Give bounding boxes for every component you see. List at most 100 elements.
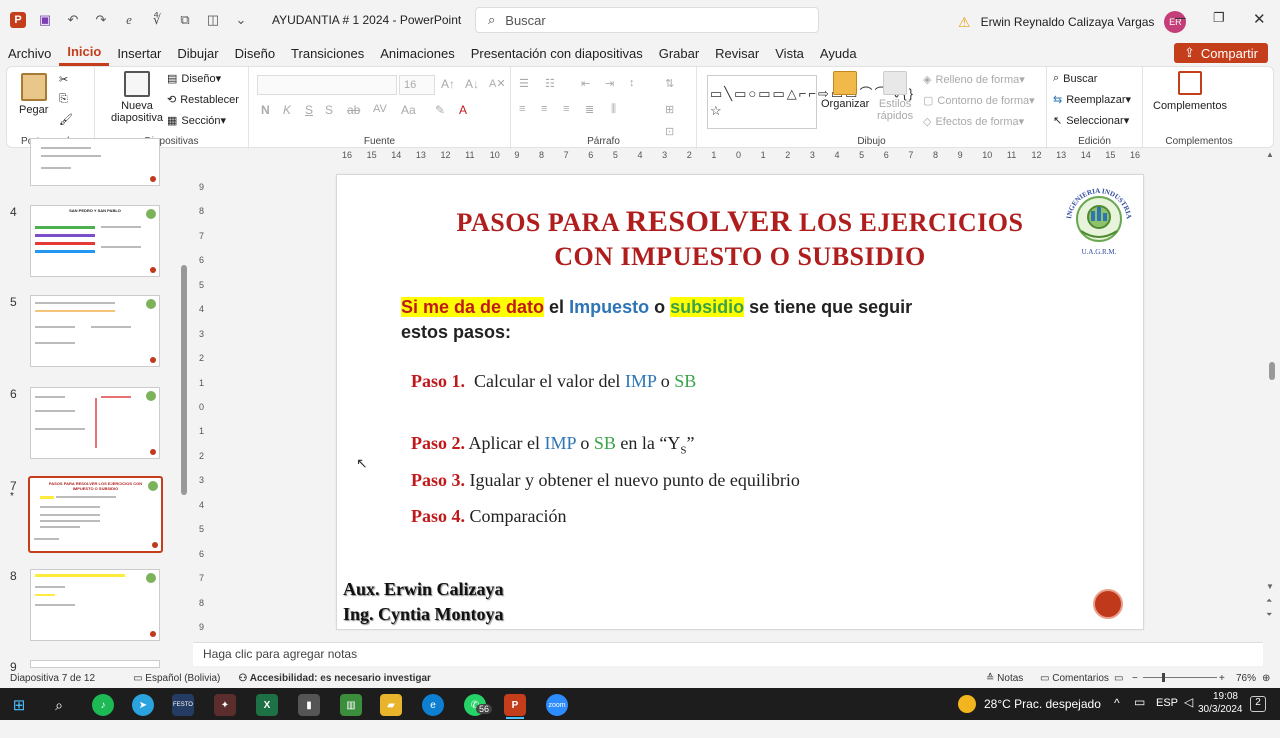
- minimize-icon[interactable]: ─: [1175, 10, 1186, 27]
- chart-app-icon[interactable]: ▥: [340, 694, 362, 716]
- shape-outline-button[interactable]: ▢ Contorno de forma ▾: [923, 94, 1035, 108]
- taskbar-search-icon[interactable]: ⌕: [48, 694, 70, 716]
- thumbnail-7[interactable]: 7 * PASOS PARA RESOLVER LOS EJERCICIOS C…: [0, 476, 175, 557]
- festo-icon[interactable]: FESTO: [172, 694, 194, 716]
- spotify-icon[interactable]: ♪: [92, 694, 114, 716]
- thumbnail-8[interactable]: 8: [0, 569, 175, 647]
- tab-presentacion[interactable]: Presentación con diapositivas: [463, 40, 651, 66]
- tab-transiciones[interactable]: Transiciones: [283, 40, 372, 66]
- case-icon[interactable]: Aa: [401, 103, 416, 117]
- tab-grabar[interactable]: Grabar: [651, 40, 707, 66]
- zoom-slider-thumb[interactable]: [1162, 673, 1165, 682]
- font-shrink-icon[interactable]: A↓: [465, 77, 479, 91]
- font-name-select[interactable]: [257, 75, 397, 95]
- align-text-icon[interactable]: ⊞: [665, 103, 674, 116]
- thumbnails-scrollbar[interactable]: [180, 150, 188, 670]
- scroll-down-icon[interactable]: ▼: [1266, 582, 1274, 591]
- tab-insertar[interactable]: Insertar: [109, 40, 169, 66]
- telegram-icon[interactable]: ➤: [132, 694, 154, 716]
- increase-indent-icon[interactable]: ⇥: [605, 77, 614, 90]
- language-status[interactable]: ▭ Español (Bolivia): [133, 673, 220, 684]
- intro-text[interactable]: Si me da de dato el Impuesto o subsidio …: [401, 295, 1001, 345]
- step-1[interactable]: Paso 1. Calcular el valor del IMP o SB: [411, 371, 696, 392]
- shapes-gallery[interactable]: ▭╲▭○▭▭△⌐⌐⇨▭▭⌒⌒∿{}☆: [707, 75, 913, 129]
- decrease-indent-icon[interactable]: ⇤: [581, 77, 590, 90]
- slide-scrollbar[interactable]: ▲ ▼ ⏶ ⏷: [1266, 150, 1278, 650]
- tab-dibujar[interactable]: Dibujar: [169, 40, 226, 66]
- fit-slide-icon[interactable]: ⊕: [1262, 673, 1270, 684]
- slide-thumbnail[interactable]: [30, 569, 160, 641]
- customize-toolbar-icon[interactable]: ⌄: [232, 11, 250, 29]
- weather-text[interactable]: 28°C Prac. despejado: [984, 697, 1101, 711]
- bold-icon[interactable]: N: [261, 103, 270, 117]
- powerpoint-taskbar-icon[interactable]: P: [504, 694, 526, 716]
- close-icon[interactable]: ✕: [1253, 10, 1266, 28]
- select-button[interactable]: ↖ Seleccionar ▾: [1053, 114, 1129, 128]
- redo-icon[interactable]: ↷: [92, 11, 110, 29]
- italic-icon[interactable]: K: [283, 103, 291, 117]
- bullets-icon[interactable]: ☰: [519, 77, 529, 90]
- slide-thumbnail[interactable]: [30, 138, 160, 186]
- network-icon[interactable]: ▭: [1134, 695, 1145, 709]
- thumbnail-5[interactable]: 5: [0, 295, 175, 373]
- zoom-in-icon[interactable]: +: [1219, 673, 1225, 684]
- highlight-icon[interactable]: ✎: [435, 103, 445, 117]
- step-2[interactable]: Paso 2. Aplicar el IMP o SB en la “YS”: [411, 433, 694, 457]
- numbering-icon[interactable]: ☷: [545, 77, 555, 90]
- tab-revisar[interactable]: Revisar: [707, 40, 767, 66]
- align-left-icon[interactable]: ≡: [519, 103, 525, 115]
- scroll-up-icon[interactable]: ▲: [1266, 150, 1274, 159]
- zoom-out-icon[interactable]: −: [1132, 673, 1138, 684]
- layout-icon[interactable]: ◫: [204, 11, 222, 29]
- shape-fill-button[interactable]: ◈ Relleno de forma ▾: [923, 73, 1025, 87]
- section-button[interactable]: ▦ Sección ▾: [167, 114, 226, 128]
- step-3[interactable]: Paso 3. Igualar y obtener el nuevo punto…: [411, 470, 800, 491]
- notes-pane[interactable]: Haga clic para agregar notas: [193, 642, 1263, 666]
- font-grow-icon[interactable]: A↑: [441, 77, 455, 91]
- find-button[interactable]: ⌕ Buscar: [1053, 72, 1097, 85]
- prev-slide-icon[interactable]: ⏶: [1266, 596, 1272, 606]
- notes-toggle[interactable]: ≙ Notas: [986, 673, 1023, 684]
- tab-inicio[interactable]: Inicio: [59, 40, 110, 66]
- tray-chevron-icon[interactable]: ^: [1114, 696, 1120, 710]
- notification-badge[interactable]: 2: [1250, 696, 1266, 712]
- share-button[interactable]: ⇪ Compartir: [1174, 43, 1268, 63]
- zoom-slider[interactable]: [1143, 677, 1217, 678]
- align-center-icon[interactable]: ≡: [541, 103, 547, 115]
- font-size-select[interactable]: 16: [399, 75, 435, 95]
- volume-icon[interactable]: ◁: [1184, 695, 1193, 709]
- justify-icon[interactable]: ≣: [585, 103, 594, 116]
- restore-icon[interactable]: ❐: [1213, 10, 1225, 26]
- user-account[interactable]: ⚠ Erwin Reynaldo Calizaya Vargas ER: [958, 11, 1187, 33]
- replace-button[interactable]: ⇆ Reemplazar ▾: [1053, 93, 1131, 107]
- line-spacing-icon[interactable]: ↕: [629, 77, 635, 89]
- symbol-icon[interactable]: ∜: [148, 11, 166, 29]
- equation-icon[interactable]: e: [120, 11, 138, 29]
- tab-diseno[interactable]: Diseño: [227, 40, 283, 66]
- reset-button[interactable]: ⟲ Restablecer: [167, 93, 239, 107]
- paste-button[interactable]: Pegar: [19, 73, 48, 116]
- scrollbar-thumb[interactable]: [181, 265, 187, 495]
- red-circle-button[interactable]: [1093, 589, 1123, 619]
- warning-icon[interactable]: ⚠: [958, 14, 971, 31]
- clock[interactable]: 19:08 30/3/2024: [1198, 690, 1243, 716]
- slide-thumbnail[interactable]: [30, 295, 160, 367]
- spacing-icon[interactable]: AV: [373, 103, 387, 115]
- slide-canvas[interactable]: PASOS PARA RESOLVER LOS EJERCICIOS CON I…: [336, 174, 1144, 630]
- slide-thumbnail-selected[interactable]: PASOS PARA RESOLVER LOS EJERCICIOS CON I…: [28, 476, 163, 553]
- arrange-button[interactable]: Organizar: [821, 71, 869, 110]
- thumbnail-4[interactable]: 4 SAN PEDRO Y SAN PABLO: [0, 205, 175, 283]
- slide-thumbnail[interactable]: [30, 387, 160, 459]
- scrollbar-thumb[interactable]: [1269, 362, 1275, 380]
- slide-thumbnail[interactable]: [30, 660, 160, 668]
- tab-animaciones[interactable]: Animaciones: [372, 40, 462, 66]
- language-indicator[interactable]: ESP: [1156, 697, 1178, 709]
- excel-icon[interactable]: X: [256, 694, 278, 716]
- slide-title[interactable]: PASOS PARA RESOLVER LOS EJERCICIOS CON I…: [337, 205, 1143, 274]
- search-input[interactable]: ⌕ Buscar: [475, 7, 819, 33]
- shadow-icon[interactable]: S: [325, 103, 333, 117]
- new-slide-button[interactable]: Nueva diapositiva: [111, 71, 163, 124]
- file-explorer-icon[interactable]: ▰: [380, 694, 402, 716]
- add-ins-button[interactable]: Complementos: [1153, 71, 1227, 112]
- edge-icon[interactable]: e: [422, 694, 444, 716]
